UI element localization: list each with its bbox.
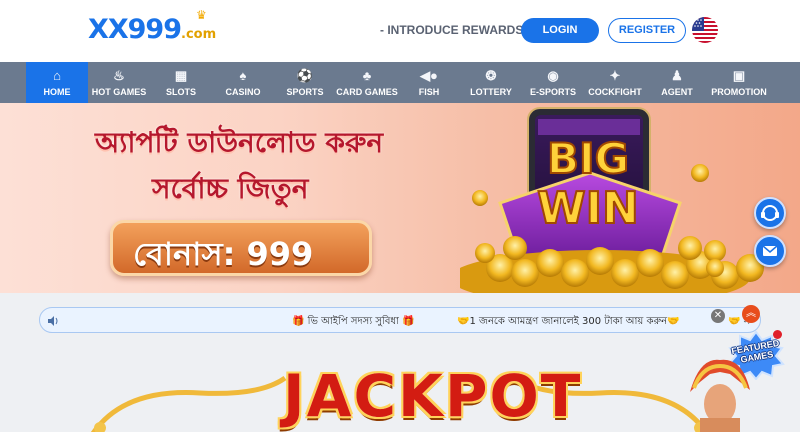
bonus-text: বোনাস: 999 [133, 235, 314, 273]
sports-icon: ⚽ [296, 68, 314, 83]
logo-suffix: .com [181, 27, 217, 42]
nav-item-agent[interactable]: ♟ AGENT [646, 62, 708, 103]
introduce-rewards-link[interactable]: - INTRODUCE REWARDS [380, 23, 523, 37]
nav-label: CARD GAMES [336, 87, 398, 97]
nav-item-slots[interactable]: ▦ SLOTS [150, 62, 212, 103]
ticker-message: 🤝1 জনকে আমন্ত্রণ জানালেই 300 টাকা আয় কর… [457, 316, 680, 327]
rooster-icon: ✦ [609, 68, 621, 83]
svg-text:WIN: WIN [537, 183, 639, 234]
ticker-message: 🎁 ভি আইপি সদস্য সুবিধা 🎁 [292, 316, 415, 327]
notification-dot [773, 330, 782, 339]
nav-label: PROMOTION [711, 87, 767, 97]
dealer-icon: ♠ [239, 68, 247, 83]
crown-icon: ♛ [196, 8, 207, 22]
lottery-icon: ❂ [485, 68, 497, 83]
slot-machine-icon: ▦ [174, 68, 188, 83]
nav-item-lottery[interactable]: ❂ LOTTERY [460, 62, 522, 103]
headset-icon [761, 205, 779, 221]
mascot-illustration [690, 359, 750, 432]
logo-main-text: XX999 [88, 14, 182, 45]
nav-label: HOME [43, 87, 71, 97]
register-button[interactable]: REGISTER [608, 18, 686, 43]
jackpot-section: JACKPOT [0, 340, 800, 432]
gamepad-icon: ◉ [547, 68, 559, 83]
home-icon: ⌂ [53, 68, 61, 83]
flame-icon: ♨ [113, 68, 125, 83]
email-support-button[interactable] [754, 235, 786, 267]
agent-icon: ♟ [671, 68, 683, 83]
scroll-top-icon[interactable]: ︽ [742, 305, 760, 323]
nav-item-fish[interactable]: ◀● FISH [398, 62, 460, 103]
nav-item-card-games[interactable]: ♣ CARD GAMES [336, 62, 398, 103]
close-icon[interactable]: ✕ [711, 309, 725, 323]
promo-banner[interactable]: অ্যাপটি ডাউনলোড করুন সর্বোচ্চ জিতুন বোনা… [0, 103, 800, 293]
nav-label: COCKFIGHT [588, 87, 642, 97]
banner-subheadline: সর্বোচ্চ জিতুন [152, 172, 309, 205]
nav-item-cockfight[interactable]: ✦ COCKFIGHT [584, 62, 646, 103]
nav-item-e-sports[interactable]: ◉ E-SPORTS [522, 62, 584, 103]
nav-item-home[interactable]: ⌂ HOME [26, 62, 88, 103]
nav-item-sports[interactable]: ⚽ SPORTS [274, 62, 336, 103]
site-logo[interactable]: XX999.com ♛ [88, 8, 217, 45]
speaker-icon [46, 313, 60, 332]
gift-icon: ▣ [732, 68, 746, 83]
banner-headline: অ্যাপটি ডাউনলোড করুন [95, 126, 384, 159]
nav-item-promotion[interactable]: ▣ PROMOTION [708, 62, 770, 103]
nav-item-hot-games[interactable]: ♨ HOT GAMES [88, 62, 150, 103]
nav-label: LOTTERY [470, 87, 512, 97]
nav-label: FISH [418, 87, 440, 97]
mail-icon [762, 245, 778, 256]
us-flag-icon[interactable] [692, 17, 718, 43]
nav-label: SPORTS [286, 87, 324, 97]
login-button[interactable]: LOGIN [521, 18, 599, 43]
nav-label: HOT GAMES [91, 87, 147, 97]
nav-item-casino[interactable]: ♠ CASINO [212, 62, 274, 103]
nav-label: CASINO [225, 87, 261, 97]
bonus-badge: বোনাস: 999 [110, 220, 372, 276]
nav-label: SLOTS [165, 87, 196, 97]
live-chat-button[interactable] [754, 197, 786, 229]
announcement-ticker[interactable]: 🎁 ভি আইপি সদস্য সুবিধা 🎁 🤝1 জনকে আমন্ত্র… [39, 307, 761, 333]
site-header: XX999.com ♛ - INTRODUCE REWARDS LOGIN RE… [0, 0, 800, 62]
main-nav: ⌂ HOME ♨ HOT GAMES ▦ SLOTS ♠ CASINO ⚽ SP… [0, 62, 800, 103]
fish-icon: ◀● [420, 68, 438, 83]
jackpot-title: JACKPOT [283, 362, 583, 430]
cards-icon: ♣ [362, 68, 372, 83]
nav-label: E-SPORTS [529, 87, 576, 97]
nav-label: AGENT [661, 87, 693, 97]
big-win-artwork: BIG WIN [460, 107, 775, 293]
svg-text:BIG: BIG [547, 134, 629, 183]
